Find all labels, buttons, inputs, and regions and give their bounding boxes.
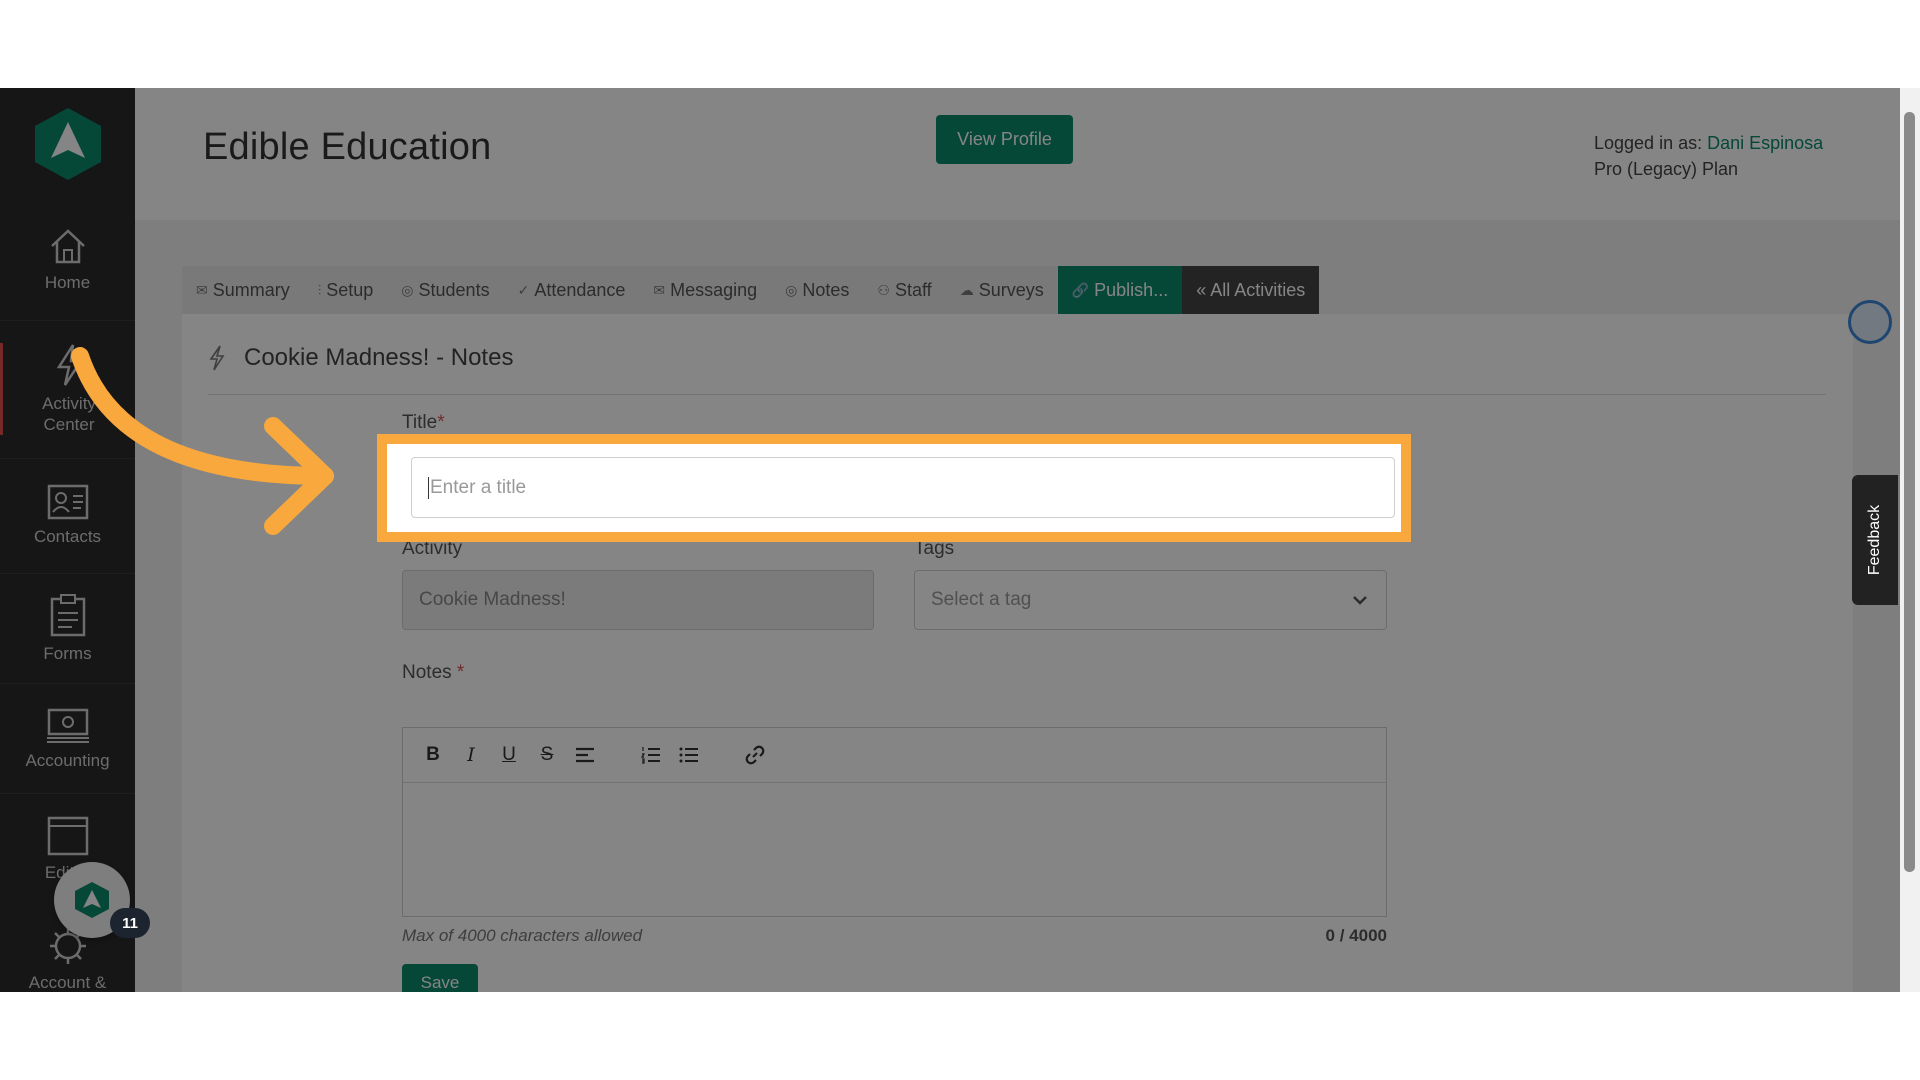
tab-label: Messaging (670, 280, 758, 300)
notes-helper-text: Max of 4000 characters allowed (402, 926, 643, 945)
scrollbar[interactable] (1900, 88, 1920, 992)
text-caret (428, 476, 429, 499)
notes-label-text: Notes (402, 662, 452, 683)
italic-button[interactable]: I (457, 741, 485, 769)
tab-summary[interactable]: ✉ Summary (182, 266, 304, 314)
plan-name: Pro (Legacy) Plan (1594, 159, 1739, 179)
tab-label: Summary (212, 280, 290, 300)
activity-field: Cookie Madness! (402, 570, 874, 630)
logged-in-info: Logged in as: Dani Espinosa Pro (Legacy)… (1594, 130, 1823, 182)
tab-label: Attendance (534, 280, 626, 300)
title-label-text: Title (402, 412, 438, 433)
divider (0, 320, 135, 321)
clipboard-icon (50, 594, 85, 637)
tab-setup[interactable]: ⫶ Setup (304, 266, 388, 314)
notes-label: Notes * (402, 662, 464, 684)
ordered-list-button[interactable] (637, 741, 665, 769)
title-placeholder: Enter a title (430, 476, 527, 498)
browser-window-icon (47, 816, 88, 856)
editor-toolbar: B I U S (403, 728, 1386, 783)
notes-editor: B I U S (402, 727, 1387, 917)
save-button[interactable]: Save (402, 964, 478, 992)
sidebar-item-label: Home (44, 273, 91, 292)
sidebar-item-accounting[interactable]: Accounting (0, 706, 135, 771)
align-left-icon (576, 747, 594, 763)
strikethrough-button[interactable]: S (533, 741, 561, 769)
logged-in-prefix: Logged in as: (1594, 133, 1708, 153)
tab-label: Students (418, 280, 490, 300)
setup-icon: ⫶ (317, 282, 322, 298)
user-name-link[interactable]: Dani Espinosa (1707, 133, 1823, 153)
link-icon: 🔗 (1071, 282, 1090, 298)
scrollbar-thumb[interactable] (1904, 112, 1915, 872)
tab-label: Setup (326, 280, 374, 300)
tab-messaging[interactable]: ✉ Messaging (639, 266, 771, 314)
view-profile-button[interactable]: View Profile (936, 115, 1073, 164)
notes-form-panel: Cookie Madness! - Notes Title* Activity … (182, 314, 1853, 992)
cloud-icon: ☁ (959, 282, 974, 298)
tab-label: Surveys (978, 280, 1044, 300)
staff-icon: ⚇ (877, 282, 890, 298)
money-icon (46, 708, 89, 743)
sidebar-item-account[interactable]: Account & (0, 926, 135, 992)
bold-button[interactable]: B (419, 741, 447, 769)
sidebar-item-home[interactable]: Home (0, 226, 135, 293)
sidebar-item-forms[interactable]: Forms (0, 593, 135, 664)
tutorial-arrow-icon (71, 347, 334, 535)
bullet-list-icon (679, 747, 698, 763)
tab-notes[interactable]: ◎ Notes (771, 266, 863, 314)
divider (0, 573, 135, 574)
required-mark: * (437, 412, 445, 433)
feedback-tab[interactable]: Feedback (1852, 475, 1898, 605)
ordered-list-icon (641, 747, 660, 764)
notification-badge: 11 (110, 908, 150, 938)
summary-icon: ✉ (196, 282, 208, 298)
link-button[interactable] (741, 741, 769, 769)
sidebar-item-label: Forms (43, 644, 92, 663)
chevron-down-icon (1353, 596, 1367, 605)
tab-label: Publish... (1094, 280, 1169, 300)
character-counter: 0 / 4000 (1325, 926, 1387, 945)
bullet-list-button[interactable] (675, 741, 703, 769)
app-frame: Home Activity Center Contacts Forms Acco… (0, 88, 1920, 992)
tab-label: Staff (894, 280, 932, 300)
divider (208, 394, 1826, 395)
sidebar-item-label: Accounting (25, 751, 110, 770)
circle-c-icon[interactable] (1848, 300, 1892, 344)
tags-placeholder: Select a tag (931, 589, 1032, 610)
required-mark: * (456, 662, 465, 683)
tab-attendance[interactable]: ✓ Attendance (504, 266, 640, 314)
divider (0, 683, 135, 684)
app-logo-icon (75, 882, 109, 918)
tags-select[interactable]: Select a tag (914, 570, 1387, 630)
app-logo (35, 108, 101, 180)
page-title: Edible Education (203, 126, 492, 168)
envelope-icon: ✉ (653, 282, 666, 298)
tab-publish[interactable]: 🔗 Publish... (1057, 266, 1183, 314)
tab-all-activities[interactable]: « All Activities (1182, 266, 1320, 314)
tutorial-highlight-box: Enter a title (377, 434, 1411, 542)
title-label: Title* (402, 412, 445, 434)
page-header: Edible Education View Profile Logged in … (135, 88, 1900, 220)
title-input[interactable]: Enter a title (411, 457, 1395, 518)
main-content: ✉ Summary ⫶ Setup ◎ Students ✓ Attendance ✉ M… (135, 220, 1900, 992)
align-button[interactable] (571, 741, 599, 769)
underline-button[interactable]: U (495, 741, 523, 769)
students-icon: ◎ (401, 282, 414, 298)
activity-tabs: ✉ Summary ⫶ Setup ◎ Students ✓ Attendance ✉ M… (182, 266, 1320, 314)
tab-staff[interactable]: ⚇ Staff (863, 266, 945, 314)
tab-students[interactable]: ◎ Students (387, 266, 503, 314)
tab-label: Notes (802, 280, 850, 300)
feedback-label: Feedback (1866, 504, 1884, 576)
divider (0, 793, 135, 794)
sidebar-item-label: Account & (28, 973, 107, 992)
notes-icon: ◎ (785, 282, 798, 298)
tab-surveys[interactable]: ☁ Surveys (946, 266, 1058, 314)
tab-label: « All Activities (1196, 280, 1306, 300)
link-icon (745, 745, 765, 765)
home-icon (50, 229, 85, 264)
checkmark-icon: ✓ (517, 282, 530, 298)
